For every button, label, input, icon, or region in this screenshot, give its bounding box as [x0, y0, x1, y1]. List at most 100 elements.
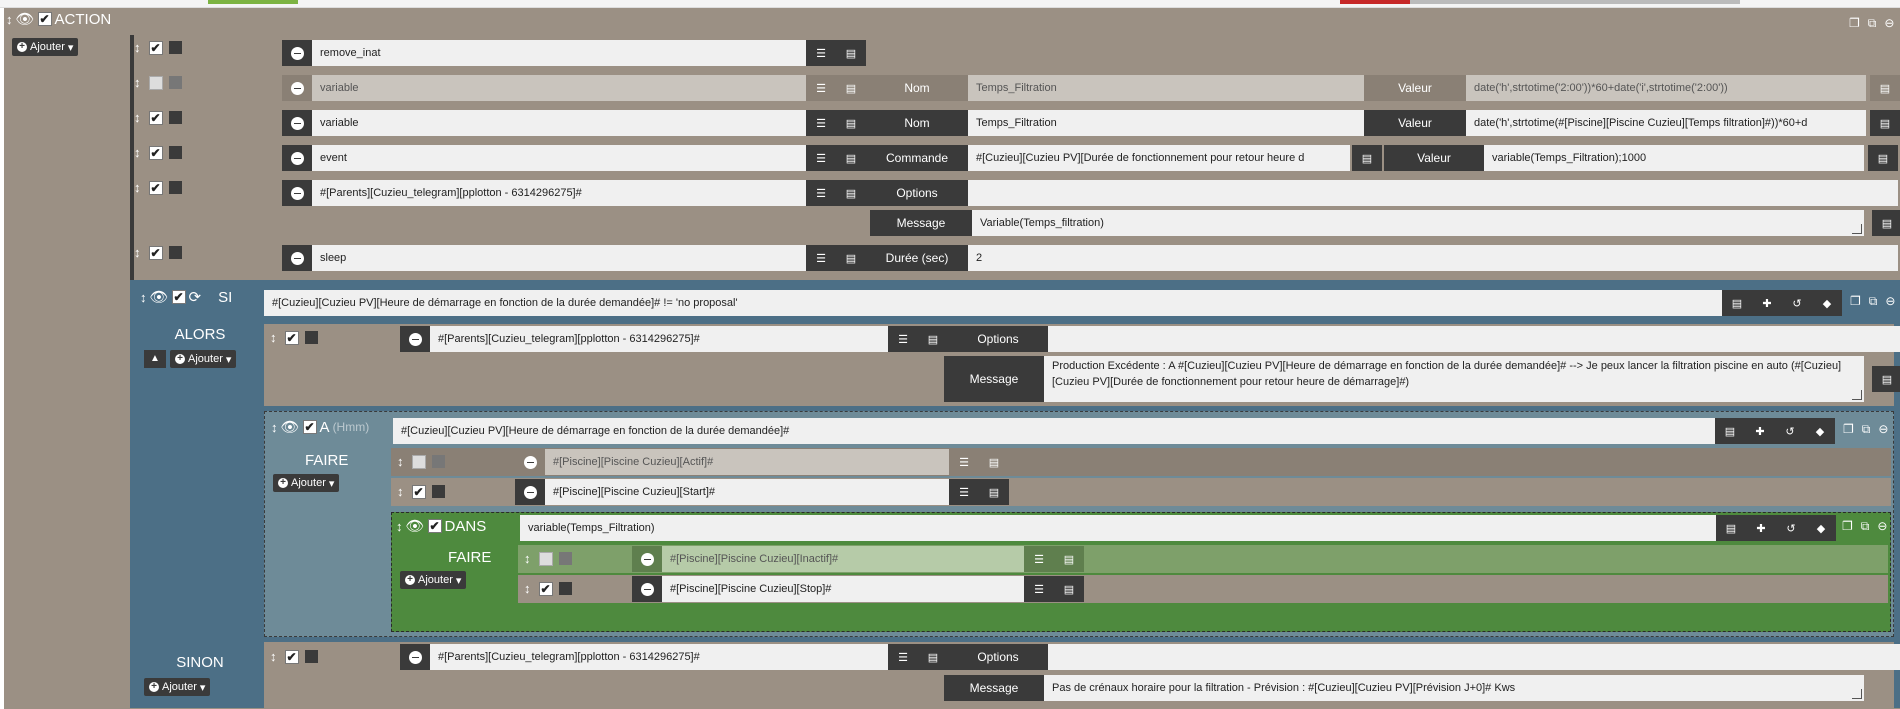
options-field[interactable]: [968, 180, 1898, 206]
history-icon[interactable]: ↺: [1782, 290, 1812, 316]
cube-icon[interactable]: ◆: [1806, 515, 1836, 541]
enable-checkbox[interactable]: ✔: [148, 110, 163, 125]
list-icon[interactable]: ☰: [1024, 576, 1054, 602]
drag-handle-icon[interactable]: ↕: [6, 12, 13, 27]
resize-grip-icon[interactable]: [1852, 390, 1862, 400]
valeur-field[interactable]: date('h',strtotime(#[Piscine][Piscine Cu…: [1466, 110, 1866, 136]
duplicate-icon[interactable]: ⧉: [1869, 294, 1878, 309]
enable-checkbox[interactable]: ✔: [427, 519, 442, 533]
drag-handle-icon[interactable]: ↕: [396, 519, 403, 534]
remove-action-button[interactable]: [400, 326, 430, 352]
list-icon[interactable]: ☰: [949, 449, 979, 475]
parallel-checkbox[interactable]: [168, 41, 182, 54]
parallel-checkbox[interactable]: [431, 485, 445, 498]
message-field[interactable]: Pas de crénaux horaire pour la filtratio…: [1044, 675, 1864, 701]
duree-field[interactable]: 2: [968, 245, 1898, 271]
command-field[interactable]: #[Piscine][Piscine Cuzieu][Actif]#: [545, 449, 949, 475]
options-field[interactable]: [1048, 644, 1900, 670]
list-icon[interactable]: ☰: [806, 40, 836, 66]
select-cmd-icon[interactable]: ▤: [1870, 75, 1900, 101]
collapse-button[interactable]: ▲: [144, 350, 166, 368]
remove-action-button[interactable]: [282, 110, 312, 136]
command-field[interactable]: remove_inat: [312, 40, 806, 66]
remove-icon[interactable]: ⊖: [1878, 422, 1888, 437]
drag-handle-icon[interactable]: ↕: [140, 290, 147, 305]
enable-checkbox[interactable]: [148, 75, 163, 90]
select-cmd-icon[interactable]: ▤: [1054, 576, 1084, 602]
copy-icon[interactable]: ❐: [1850, 294, 1861, 309]
remove-action-button[interactable]: [282, 40, 312, 66]
select-cmd-icon[interactable]: ▤: [836, 145, 866, 171]
puzzle-icon[interactable]: ✚: [1745, 418, 1775, 444]
add-button[interactable]: + Ajouter ▾: [170, 350, 237, 368]
command-field[interactable]: #[Parents][Cuzieu_telegram][pplotton - 6…: [312, 180, 806, 206]
duplicate-icon[interactable]: ⧉: [1862, 422, 1871, 437]
select-cmd-icon[interactable]: ▤: [1715, 418, 1745, 444]
nom-field[interactable]: Temps_Filtration: [968, 110, 1364, 136]
select-cmd-icon[interactable]: ▤: [836, 40, 866, 66]
dans-delay-field[interactable]: variable(Temps_Filtration): [520, 515, 1716, 541]
add-button[interactable]: + Ajouter ▾: [144, 678, 211, 696]
enable-checkbox[interactable]: ✔: [171, 290, 186, 304]
command-field[interactable]: #[Piscine][Piscine Cuzieu][Start]#: [545, 479, 949, 505]
parallel-checkbox[interactable]: [304, 650, 318, 663]
command-field[interactable]: #[Parents][Cuzieu_telegram][pplotton - 6…: [430, 326, 888, 352]
copy-icon[interactable]: ❐: [1842, 519, 1853, 534]
copy-icon[interactable]: ❐: [1843, 422, 1854, 437]
cube-icon[interactable]: ◆: [1805, 418, 1835, 444]
list-icon[interactable]: ☰: [806, 245, 836, 271]
drag-handle-icon[interactable]: ↕: [524, 581, 531, 596]
drag-handle-icon[interactable]: ↕: [524, 551, 531, 566]
enable-checkbox[interactable]: ✔: [538, 581, 553, 596]
drag-handle-icon[interactable]: ↕: [270, 649, 277, 664]
puzzle-icon[interactable]: ✚: [1746, 515, 1776, 541]
remove-action-button[interactable]: [282, 75, 312, 101]
select-cmd-icon[interactable]: ▤: [1352, 145, 1382, 171]
copy-icon[interactable]: ❐: [1849, 16, 1860, 31]
duplicate-icon[interactable]: ⧉: [1868, 16, 1877, 31]
command-field[interactable]: #[Piscine][Piscine Cuzieu][Inactif]#: [662, 546, 1024, 572]
command-field[interactable]: #[Parents][Cuzieu_telegram][pplotton - 6…: [430, 644, 888, 670]
drag-handle-icon[interactable]: ↕: [397, 484, 404, 499]
select-cmd-icon[interactable]: ▤: [836, 245, 866, 271]
history-icon[interactable]: ↺: [1776, 515, 1806, 541]
select-cmd-icon[interactable]: ▤: [1054, 546, 1084, 572]
parallel-checkbox[interactable]: [168, 76, 182, 89]
valeur-field[interactable]: variable(Temps_Filtration);1000: [1484, 145, 1864, 171]
drag-handle-icon[interactable]: ↕: [134, 40, 141, 55]
command-field[interactable]: variable: [312, 110, 806, 136]
eye-icon[interactable]: 👁: [281, 418, 300, 436]
drag-handle-icon[interactable]: ↕: [134, 110, 141, 125]
resize-grip-icon[interactable]: [1852, 224, 1862, 234]
select-cmd-icon[interactable]: ▤: [1868, 145, 1898, 171]
cube-icon[interactable]: ◆: [1812, 290, 1842, 316]
drag-handle-icon[interactable]: ↕: [270, 330, 277, 345]
list-icon[interactable]: ☰: [949, 479, 979, 505]
duplicate-icon[interactable]: ⧉: [1861, 519, 1870, 534]
remove-action-button[interactable]: [282, 145, 312, 171]
command-field[interactable]: variable: [312, 75, 806, 101]
parallel-checkbox[interactable]: [304, 331, 318, 344]
enable-checkbox[interactable]: [411, 454, 426, 469]
select-cmd-icon[interactable]: ▤: [1870, 110, 1900, 136]
options-field[interactable]: [1048, 326, 1900, 352]
enable-checkbox[interactable]: [538, 551, 553, 566]
enable-checkbox[interactable]: ✔: [148, 245, 163, 260]
nom-field[interactable]: Temps_Filtration: [968, 75, 1364, 101]
remove-action-button[interactable]: [632, 546, 662, 572]
parallel-checkbox[interactable]: [558, 582, 572, 595]
drag-handle-icon[interactable]: ↕: [134, 180, 141, 195]
add-button[interactable]: + Ajouter ▾: [400, 571, 467, 589]
eye-icon[interactable]: 👁: [150, 288, 169, 306]
drag-handle-icon[interactable]: ↕: [271, 420, 278, 435]
repeat-icon[interactable]: ⟳: [189, 288, 202, 306]
list-icon[interactable]: ☰: [806, 180, 836, 206]
list-icon[interactable]: ☰: [806, 75, 836, 101]
remove-action-button[interactable]: [282, 245, 312, 271]
message-field[interactable]: Variable(Temps_filtration): [972, 210, 1864, 236]
enable-checkbox[interactable]: ✔: [284, 649, 299, 664]
enable-checkbox[interactable]: ✔: [148, 180, 163, 195]
drag-handle-icon[interactable]: ↕: [134, 75, 141, 90]
select-cmd-icon[interactable]: ▤: [918, 326, 948, 352]
remove-action-button[interactable]: [632, 576, 662, 602]
